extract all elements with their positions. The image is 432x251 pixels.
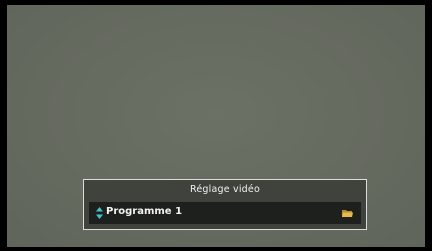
- selected-programme-label: Programme 1: [106, 206, 183, 217]
- video-settings-panel: Réglage vidéo Programme 1: [83, 179, 367, 230]
- programme-selector[interactable]: Programme 1: [89, 202, 361, 224]
- up-down-arrows-icon[interactable]: [96, 207, 103, 219]
- folder-icon[interactable]: [342, 209, 353, 217]
- video-screen-background: Réglage vidéo Programme 1: [7, 5, 425, 247]
- panel-title: Réglage vidéo: [190, 184, 260, 195]
